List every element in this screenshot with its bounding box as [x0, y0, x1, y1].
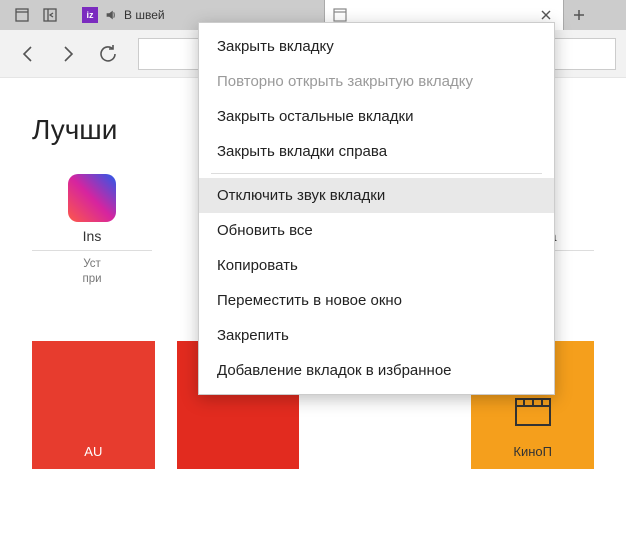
tile[interactable]: AU [32, 341, 155, 469]
menu-item[interactable]: Закрыть вкладки справа [199, 134, 554, 169]
menu-item[interactable]: Отключить звук вкладки [199, 178, 554, 213]
menu-item[interactable]: Обновить все [199, 213, 554, 248]
tab-overview-button[interactable] [10, 3, 34, 27]
tile-label: AU [84, 444, 102, 459]
menu-item[interactable]: Закрыть остальные вкладки [199, 99, 554, 134]
set-aside-tabs-button[interactable] [38, 3, 62, 27]
menu-item: Повторно открыть закрытую вкладку [199, 64, 554, 99]
back-button[interactable] [10, 36, 46, 72]
refresh-button[interactable] [90, 36, 126, 72]
tab-audio-icon[interactable] [104, 8, 118, 22]
titlebar-left [0, 0, 62, 30]
favicon-iz: iz [82, 7, 98, 23]
divider [32, 250, 152, 251]
menu-item[interactable]: Закрыть вкладку [199, 29, 554, 64]
menu-separator [211, 173, 542, 174]
film-icon [515, 398, 551, 426]
card-name: Ins [83, 228, 102, 244]
menu-item[interactable]: Закрепить [199, 318, 554, 353]
tab-close-button[interactable] [537, 10, 555, 20]
card-subtitle: Устпри [82, 257, 101, 287]
tab-context-menu: Закрыть вкладкуПовторно открыть закрытую… [198, 22, 555, 395]
new-tab-button[interactable] [564, 0, 594, 30]
app-card[interactable]: Ins Устпри [32, 174, 152, 287]
tile-label: КиноП [513, 444, 552, 459]
favicon-blank-icon [333, 8, 347, 22]
tab-title: В швей [124, 8, 165, 22]
menu-item[interactable]: Копировать [199, 248, 554, 283]
forward-button[interactable] [50, 36, 86, 72]
menu-item[interactable]: Переместить в новое окно [199, 283, 554, 318]
instagram-icon [68, 174, 116, 222]
menu-item[interactable]: Добавление вкладок в избранное [199, 353, 554, 388]
